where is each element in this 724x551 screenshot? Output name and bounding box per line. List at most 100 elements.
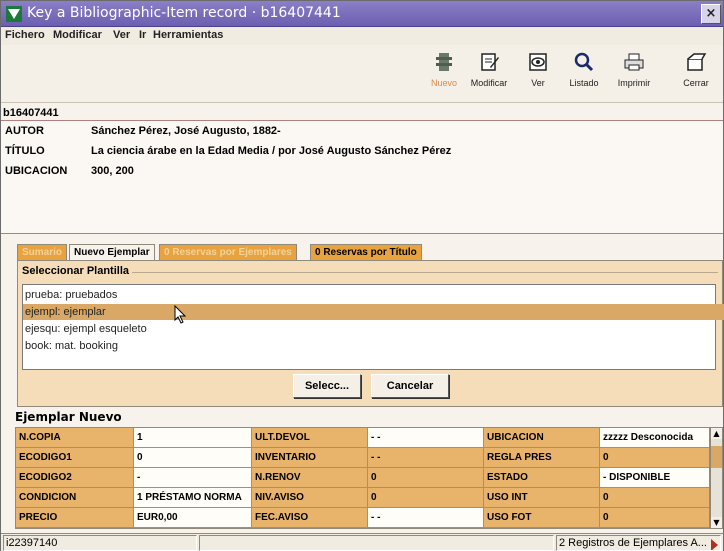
field-value: 0 [368,488,484,508]
printer-icon [624,53,644,71]
title-label: TÍTULO [5,145,45,157]
field-label: CONDICION [16,488,134,508]
record-summary-panel: AUTOR Sánchez Pérez, José Augusto, 1882-… [1,120,723,234]
field-label: PRECIO [16,508,134,528]
new-label: Nuevo [430,78,457,88]
field-label: ECODIGO2 [16,468,134,488]
print-label: Imprimir [617,78,651,88]
table-row: ECODIGO1 0 INVENTARIO - - REGLA PRES 0 [16,448,709,468]
edit-icon [481,53,499,71]
tab-reservas-ejemplares[interactable]: 0 Reservas por Ejemplares [159,244,297,261]
menu-herramientas[interactable]: Herramientas [153,29,223,41]
menu-bar: Fichero Modificar Ver Ir Herramientas [1,27,723,45]
field-label: N.RENOV [252,468,368,488]
view-label: Ver [531,78,545,88]
group-divider [90,272,718,273]
tab-nuevo-ejemplar[interactable]: Nuevo Ejemplar [69,244,155,261]
view-button[interactable]: Ver [515,49,561,99]
field-value: 0 [600,488,709,508]
field-label: N.COPIA [16,428,134,448]
field-label: ESTADO [484,468,600,488]
field-value[interactable]: - DISPONIBLE [600,468,709,488]
field-value[interactable]: 1 [134,428,252,448]
field-value[interactable]: 1 PRÉSTAMO NORMA [134,488,252,508]
status-middle [199,535,554,551]
menu-ver[interactable]: Ver [113,29,130,41]
field-label: UBICACION [484,428,600,448]
list-button[interactable]: Listado [561,49,607,99]
field-value[interactable]: - - [368,508,484,528]
author-value: Sánchez Pérez, José Augusto, 1882- [91,125,281,137]
tab-sumario[interactable]: Sumario [17,244,68,261]
title-value: La ciencia árabe en la Edad Media / por … [91,145,452,157]
item-fields-grid: N.COPIA 1 ULT.DEVOL - - UBICACION zzzzz … [15,427,710,529]
field-label: ULT.DEVOL [252,428,368,448]
status-bar: i22397140 2 Registros de Ejemplares A... [1,533,723,551]
field-value[interactable]: zzzzz Desconocida [600,428,709,448]
location-label: UBICACION [5,165,68,177]
status-item-id: i22397140 [3,535,197,551]
close-label: Cerrar [683,78,709,88]
expand-arrow-icon[interactable] [711,539,718,550]
close-doc-icon [687,53,707,71]
scroll-down-icon[interactable]: ▼ [711,517,722,528]
field-value: 0 [368,468,484,488]
field-label: USO FOT [484,508,600,528]
field-value[interactable]: EUR0,00 [134,508,252,528]
print-button[interactable]: Imprimir [611,49,657,99]
field-value[interactable]: 0 [134,448,252,468]
menu-modificar[interactable]: Modificar [53,29,102,41]
record-id: b16407441 [3,107,59,119]
app-logo-icon [6,6,22,22]
menu-fichero[interactable]: Fichero [5,29,45,41]
table-row: CONDICION 1 PRÉSTAMO NORMA NIV.AVISO 0 U… [16,488,709,508]
modify-label: Modificar [470,78,508,88]
window-close-button[interactable]: × [701,4,721,24]
field-value: - - [368,448,484,468]
field-label: FEC.AVISO [252,508,368,528]
grid-scrollbar[interactable]: ▲ ▼ [710,427,723,529]
cancel-button[interactable]: Cancelar [371,374,449,398]
scroll-thumb[interactable] [711,446,722,468]
modify-button[interactable]: Modificar [466,49,512,99]
window-title: Key a Bibliographic-Item record · b16407… [27,5,341,21]
field-label: INVENTARIO [252,448,368,468]
field-value: 0 [600,508,709,528]
list-item[interactable]: book: mat. booking [23,338,724,354]
close-button[interactable]: Cerrar [673,49,719,99]
field-label: REGLA PRES [484,448,600,468]
list-item[interactable]: prueba: pruebados [23,287,724,303]
tab-reservas-titulo[interactable]: 0 Reservas por Título [310,244,422,261]
status-records[interactable]: 2 Registros de Ejemplares A... [556,535,721,551]
new-button[interactable]: Nuevo [421,49,467,99]
select-button[interactable]: Selecc... [293,374,361,398]
field-value: 0 [600,448,709,468]
template-group-label: Seleccionar Plantilla [22,265,132,277]
location-value: 300, 200 [91,165,134,177]
template-list[interactable]: prueba: pruebados ejempl: ejemplar ejesq… [22,284,724,370]
list-item-selected[interactable]: ejempl: ejemplar [23,304,724,320]
field-label: ECODIGO1 [16,448,134,468]
scroll-up-icon[interactable]: ▲ [711,428,722,439]
new-record-icon [436,53,452,71]
list-label: Listado [569,78,599,88]
table-row: PRECIO EUR0,00 FEC.AVISO - - USO FOT 0 [16,508,709,528]
field-label: NIV.AVISO [252,488,368,508]
field-value[interactable]: - - [368,428,484,448]
new-item-panel: Seleccionar Plantilla prueba: pruebados … [17,260,724,407]
title-bar[interactable]: Key a Bibliographic-Item record · b16407… [1,1,723,27]
app-window: Key a Bibliographic-Item record · b16407… [0,0,724,551]
table-row: ECODIGO2 - N.RENOV 0 ESTADO - DISPONIBLE [16,468,709,488]
list-item[interactable]: ejesqu: ejempl esqueleto [23,321,724,337]
new-item-title: Ejemplar Nuevo [15,410,122,424]
status-records-label: 2 Registros de Ejemplares A... [559,537,707,549]
toolbar: Nuevo Modificar Ver Listado Imprimir Cer… [1,45,723,103]
table-row: N.COPIA 1 ULT.DEVOL - - UBICACION zzzzz … [16,428,709,448]
search-icon [574,52,594,72]
field-label: USO INT [484,488,600,508]
menu-ir[interactable]: Ir [139,29,146,41]
author-label: AUTOR [5,125,44,137]
mouse-cursor-icon [174,305,187,324]
field-value[interactable]: - [134,468,252,488]
view-icon [529,53,547,71]
